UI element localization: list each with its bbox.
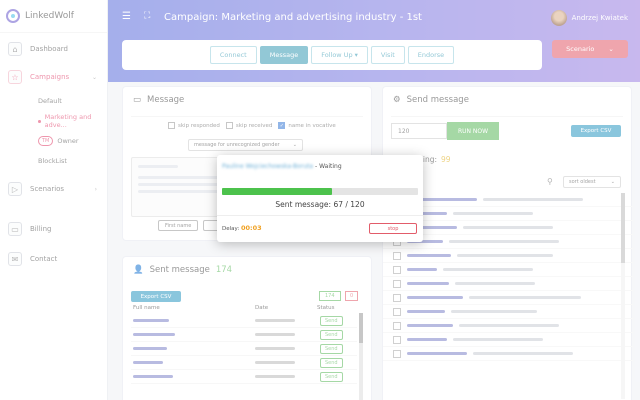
- contact-status: - Waiting: [315, 163, 342, 170]
- delay-value: 00:03: [240, 224, 262, 232]
- delay-label: Delay:: [222, 226, 240, 232]
- stop-button[interactable]: stop: [369, 223, 417, 234]
- progress-bar: [222, 188, 418, 195]
- sent-progress-text: Sent message: 67 / 120: [275, 200, 365, 209]
- progress-modal: Pauline Wojciechowska-Boruta - Waiting S…: [217, 155, 423, 242]
- progress-fill: [222, 188, 332, 195]
- modal-header: Pauline Wojciechowska-Boruta - Waiting: [222, 163, 342, 170]
- contact-name: Pauline Wojciechowska-Boruta: [222, 163, 314, 170]
- delay-readout: Delay: 00:03: [222, 224, 262, 232]
